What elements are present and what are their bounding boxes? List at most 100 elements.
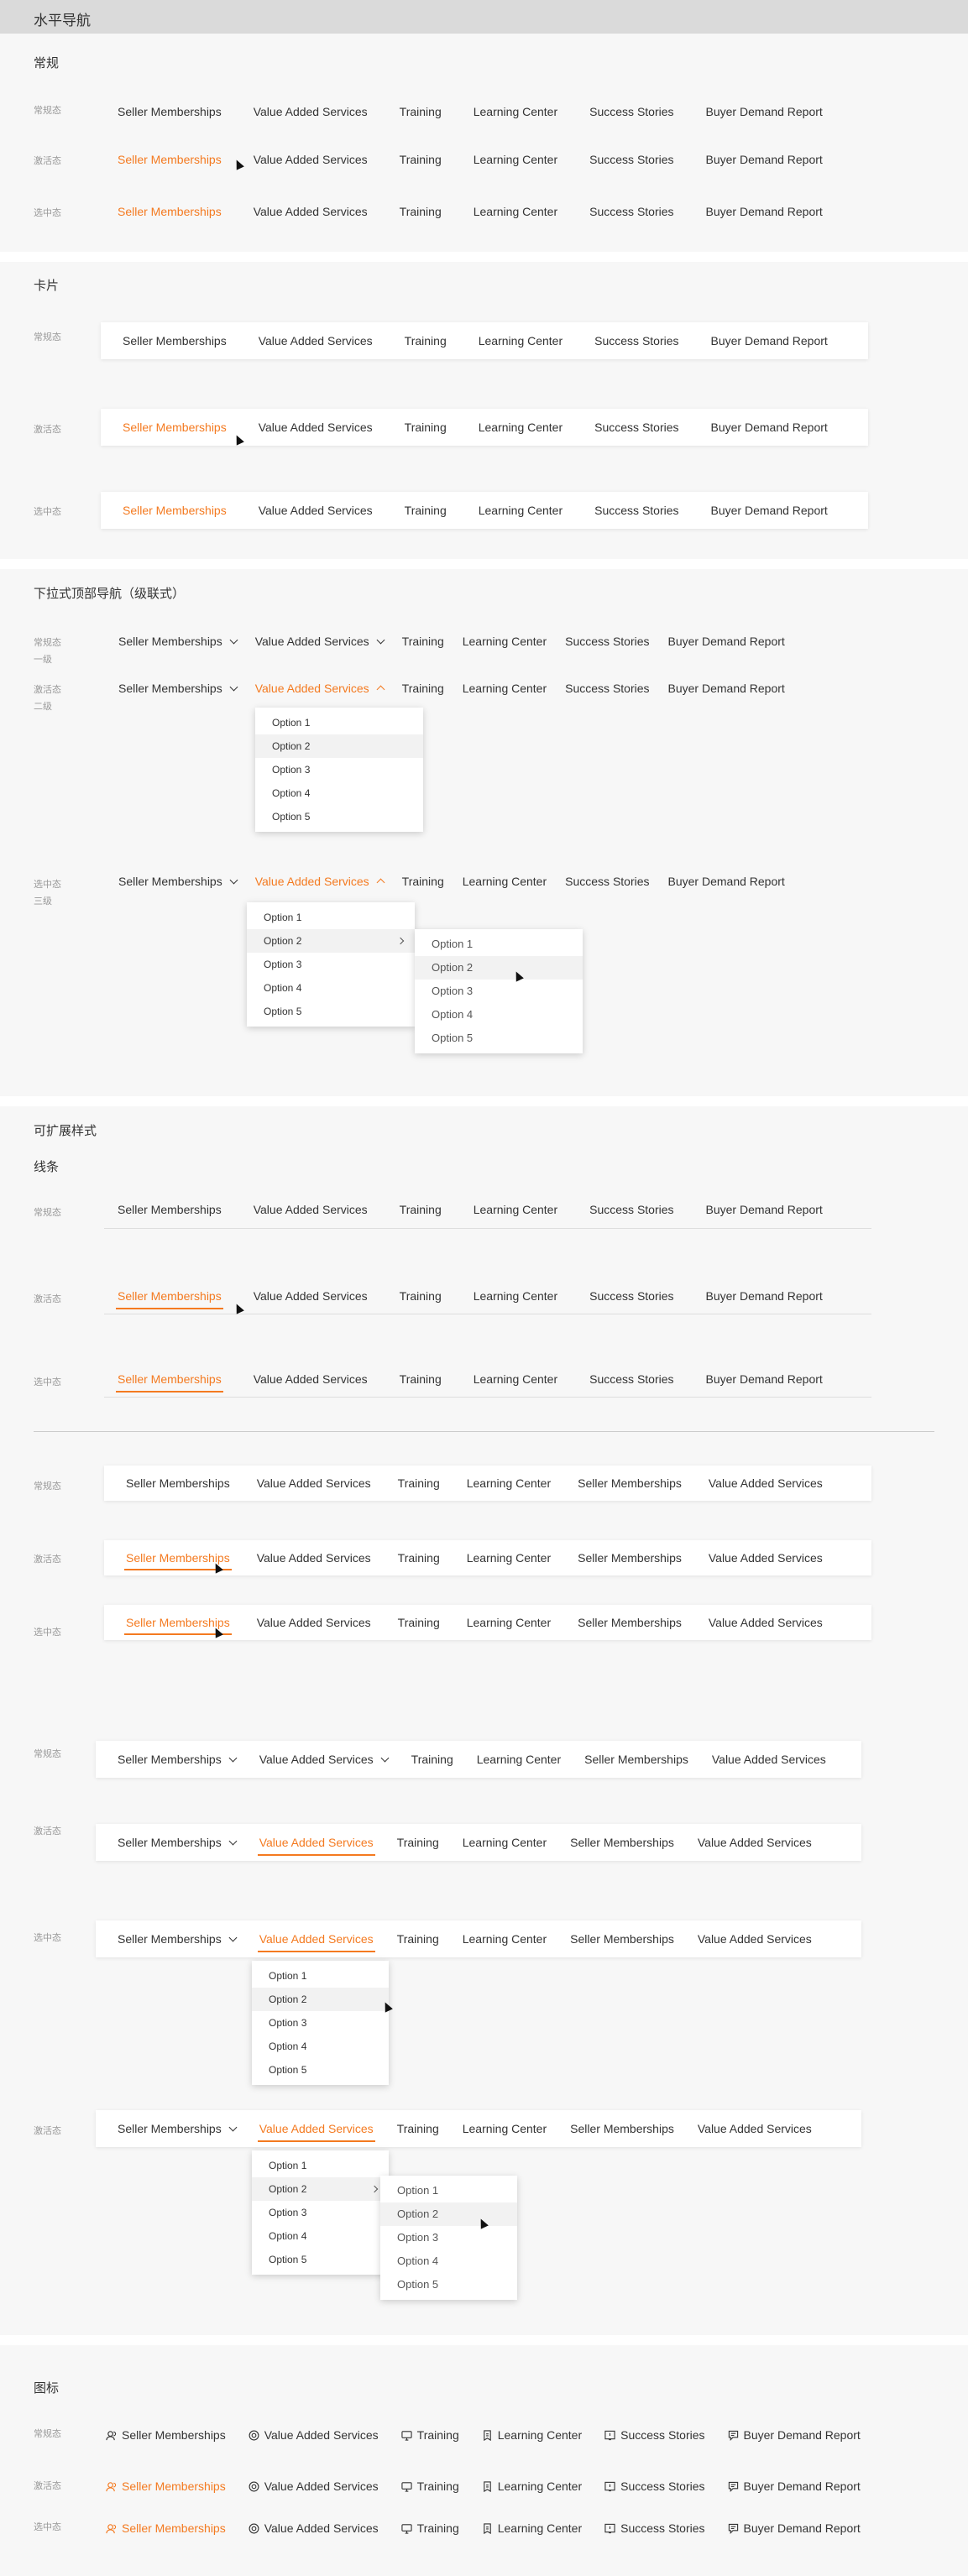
nav-item[interactable]: Training [398, 1605, 440, 1640]
nav-item[interactable]: Learning Center [474, 141, 557, 178]
nav-item[interactable]: Training [397, 2110, 439, 2147]
menu-option[interactable]: Option 3 [255, 758, 423, 781]
menu-option[interactable]: Option 4 [380, 2249, 517, 2273]
menu-option[interactable]: Option 3 [252, 2011, 389, 2035]
nav-item[interactable]: Value Added Services [259, 1741, 390, 1778]
nav-item[interactable]: Success Stories [589, 141, 673, 178]
nav-item[interactable]: Buyer Demand Report [706, 1191, 823, 1228]
nav-item[interactable]: Buyer Demand Report [728, 2510, 861, 2547]
nav-item[interactable]: Learning Center [467, 1540, 551, 1575]
nav-item[interactable]: Success Stories [604, 2468, 705, 2505]
nav-item[interactable]: Learning Center [479, 409, 562, 446]
nav-item[interactable]: Value Added Services [257, 1920, 375, 1957]
nav-item[interactable]: Training [400, 1191, 442, 1228]
nav-item[interactable]: Training [402, 670, 444, 707]
nav-item[interactable]: Value Added Services [698, 1824, 812, 1861]
nav-item[interactable]: Training [400, 93, 442, 130]
menu-option[interactable]: Option 1 [255, 711, 423, 734]
nav-item[interactable]: Buyer Demand Report [728, 2417, 861, 2453]
nav-item[interactable]: Learning Center [467, 1605, 551, 1640]
nav-item[interactable]: Training [411, 1741, 453, 1778]
nav-item[interactable]: Buyer Demand Report [668, 863, 785, 900]
nav-item[interactable]: Seller Memberships [106, 2468, 226, 2505]
nav-item[interactable]: Buyer Demand Report [706, 1278, 823, 1314]
nav-item[interactable]: Learning Center [463, 1824, 547, 1861]
nav-item[interactable]: Value Added Services [255, 623, 385, 660]
nav-item[interactable]: Success Stories [604, 2417, 705, 2453]
menu-option[interactable]: Option 1 [415, 933, 583, 956]
menu-option[interactable]: Option 3 [252, 2201, 389, 2224]
nav-item[interactable]: Value Added Services [254, 1191, 368, 1228]
nav-item[interactable]: Training [401, 2417, 459, 2453]
nav-item[interactable]: Seller Memberships [123, 409, 227, 446]
nav-item[interactable]: Seller Memberships [578, 1605, 682, 1640]
nav-item[interactable]: Training [400, 1278, 442, 1314]
nav-item[interactable]: Value Added Services [257, 1540, 371, 1575]
nav-item[interactable]: Seller Memberships [584, 1741, 688, 1778]
nav-item[interactable]: Seller Memberships [570, 1920, 674, 1957]
nav-item[interactable]: Value Added Services [249, 2510, 379, 2547]
nav-item[interactable]: Seller Memberships [118, 863, 238, 900]
nav-item[interactable]: Value Added Services [257, 1824, 375, 1861]
nav-item[interactable]: Seller Memberships [118, 1824, 238, 1861]
menu-option[interactable]: Option 5 [247, 1000, 415, 1023]
nav-item[interactable]: Seller Memberships [106, 2417, 226, 2453]
menu-option[interactable]: Option 5 [255, 805, 423, 828]
nav-item[interactable]: Success Stories [594, 409, 678, 446]
nav-item[interactable]: Value Added Services [255, 670, 385, 707]
nav-item[interactable]: Buyer Demand Report [668, 623, 785, 660]
nav-item[interactable]: Learning Center [463, 1920, 547, 1957]
nav-item[interactable]: Learning Center [463, 863, 547, 900]
nav-item[interactable]: Seller Memberships [578, 1540, 682, 1575]
menu-option[interactable]: Option 4 [252, 2224, 389, 2248]
nav-item[interactable]: Seller Memberships [123, 492, 227, 529]
menu-option[interactable]: Option 2 [380, 2202, 517, 2226]
nav-item[interactable]: Training [402, 863, 444, 900]
menu-option[interactable]: Option 1 [247, 906, 415, 929]
menu-option[interactable]: Option 2 [415, 956, 583, 980]
menu-option[interactable]: Option 5 [252, 2058, 389, 2082]
nav-item[interactable]: Training [401, 2468, 459, 2505]
menu-option[interactable]: Option 5 [252, 2248, 389, 2271]
nav-item[interactable]: Buyer Demand Report [668, 670, 785, 707]
nav-item[interactable]: Learning Center [463, 623, 547, 660]
nav-item[interactable]: Value Added Services [712, 1741, 826, 1778]
nav-item[interactable]: Value Added Services [254, 1361, 368, 1398]
nav-item[interactable]: Seller Memberships [578, 1466, 682, 1501]
nav-item[interactable]: Training [398, 1466, 440, 1501]
nav-item[interactable]: Value Added Services [254, 93, 368, 130]
nav-item[interactable]: Value Added Services [254, 141, 368, 178]
nav-item[interactable]: Success Stories [604, 2510, 705, 2547]
nav-item[interactable]: Seller Memberships [116, 1361, 223, 1398]
menu-option[interactable]: Option 1 [252, 1964, 389, 1988]
nav-item[interactable]: Seller Memberships [118, 141, 222, 178]
nav-item[interactable]: Learning Center [482, 2417, 582, 2453]
nav-item[interactable]: Training [405, 322, 447, 359]
nav-item[interactable]: Training [401, 2510, 459, 2547]
nav-item[interactable]: Seller Memberships [118, 2110, 238, 2147]
nav-item[interactable]: Seller Memberships [570, 1824, 674, 1861]
nav-item[interactable]: Success Stories [594, 492, 678, 529]
nav-item[interactable]: Success Stories [589, 1191, 673, 1228]
menu-option[interactable]: Option 3 [415, 980, 583, 1003]
nav-item[interactable]: Learning Center [482, 2468, 582, 2505]
nav-item[interactable]: Success Stories [589, 1278, 673, 1314]
nav-item[interactable]: Success Stories [589, 193, 673, 230]
nav-item[interactable]: Success Stories [565, 670, 649, 707]
nav-item[interactable]: Value Added Services [255, 863, 385, 900]
menu-option[interactable]: Option 4 [252, 2035, 389, 2058]
menu-option[interactable]: Option 3 [380, 2226, 517, 2249]
nav-item[interactable]: Seller Memberships [116, 1278, 223, 1314]
nav-item[interactable]: Value Added Services [257, 1466, 371, 1501]
menu-option[interactable]: Option 2 [247, 929, 415, 953]
nav-item[interactable]: Buyer Demand Report [706, 141, 823, 178]
menu-option[interactable]: Option 4 [255, 781, 423, 805]
nav-item[interactable]: Value Added Services [709, 1466, 823, 1501]
nav-item[interactable]: Value Added Services [698, 2110, 812, 2147]
nav-item[interactable]: Value Added Services [698, 1920, 812, 1957]
nav-item[interactable]: Success Stories [589, 1361, 673, 1398]
menu-option[interactable]: Option 1 [380, 2179, 517, 2202]
menu-option[interactable]: Option 1 [252, 2154, 389, 2177]
menu-option[interactable]: Option 4 [247, 976, 415, 1000]
nav-item[interactable]: Seller Memberships [118, 623, 238, 660]
